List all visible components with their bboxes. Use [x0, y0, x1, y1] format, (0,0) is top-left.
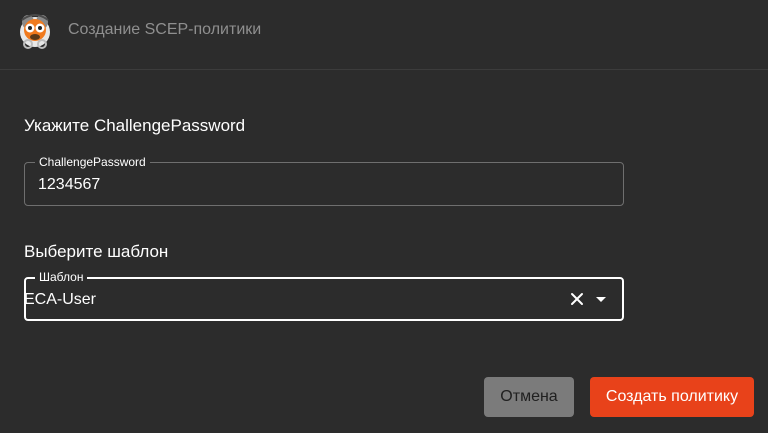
mascot-logo-icon	[16, 10, 54, 52]
challenge-password-field[interactable]: ChallengePassword 1234567	[24, 155, 624, 206]
dialog-header: Создание SCEP-политики	[0, 0, 768, 70]
challenge-password-value[interactable]: 1234567	[38, 175, 100, 195]
challenge-password-label: ChallengePassword	[35, 155, 150, 169]
create-scep-policy-dialog: Создание SCEP-политики Укажите Challenge…	[0, 0, 768, 433]
template-select[interactable]: Шаблон ECA-User	[24, 270, 624, 321]
template-label: Шаблон	[35, 270, 88, 284]
template-value[interactable]: ECA-User	[24, 290, 96, 310]
challenge-password-heading: Укажите ChallengePassword	[24, 116, 246, 135]
close-icon[interactable]	[568, 290, 586, 308]
template-heading: Выберите шаблон	[24, 242, 169, 261]
dialog-title: Создание SCEP-политики	[68, 21, 262, 38]
create-policy-button[interactable]: Создать политику	[590, 377, 754, 417]
cancel-button[interactable]: Отмена	[484, 377, 574, 417]
caret-down-icon[interactable]	[592, 290, 610, 308]
